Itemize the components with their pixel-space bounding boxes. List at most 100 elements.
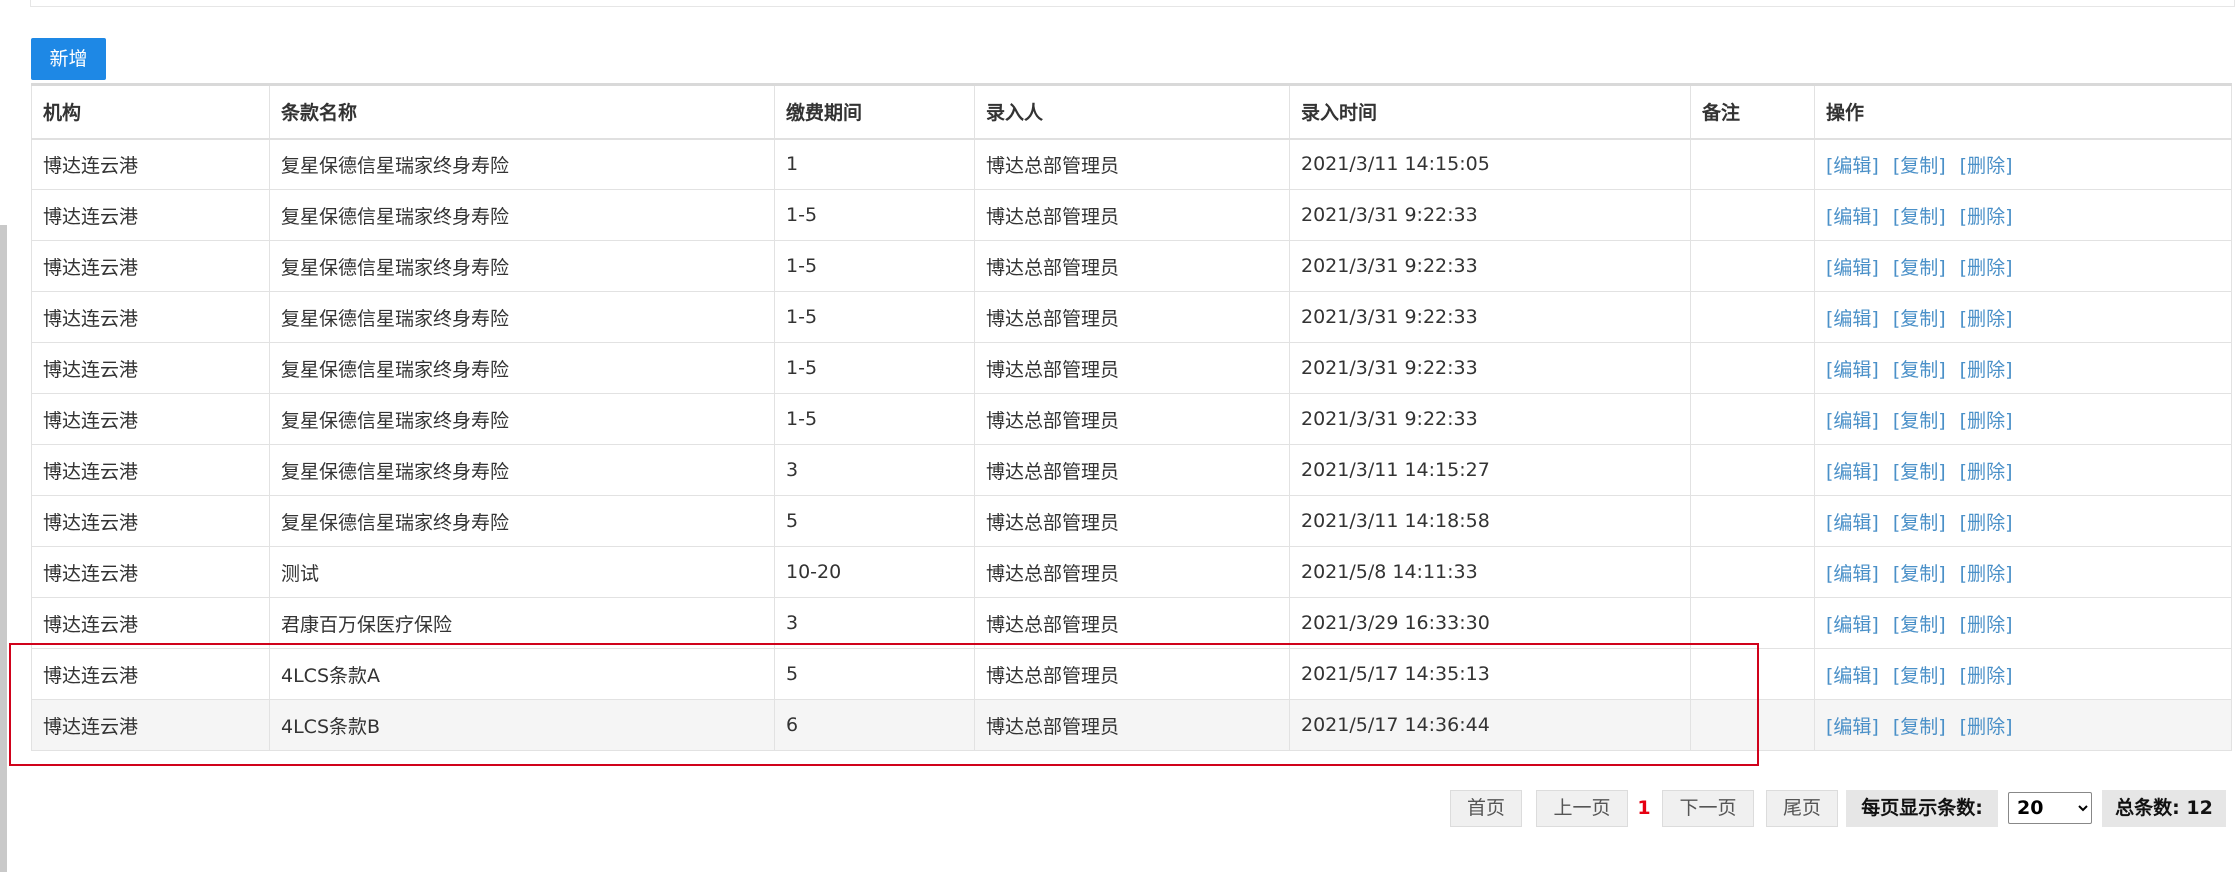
cell-payment-period: 5	[774, 648, 975, 700]
copy-link[interactable]: [复制]	[1893, 155, 1946, 177]
cell-entry-time: 2021/3/31 9:22:33	[1289, 240, 1691, 292]
cell-actions: [编辑] [复制] [删除]	[1814, 648, 2232, 700]
current-page-number[interactable]: 1	[1630, 790, 1658, 827]
cell-entry-time: 2021/3/11 14:18:58	[1289, 495, 1691, 547]
edit-link[interactable]: [编辑]	[1826, 257, 1879, 279]
delete-link[interactable]: [删除]	[1960, 563, 2013, 585]
page-size-select[interactable]: 20	[2008, 792, 2092, 824]
cell-clause-name: 复星保德信星瑞家终身寿险	[269, 138, 775, 190]
next-page-button[interactable]: 下一页	[1662, 790, 1754, 827]
copy-link[interactable]: [复制]	[1893, 461, 1946, 483]
column-header-clause-name: 条款名称	[269, 84, 775, 140]
copy-link[interactable]: [复制]	[1893, 563, 1946, 585]
cell-payment-period: 1-5	[774, 291, 975, 343]
delete-link[interactable]: [删除]	[1960, 461, 2013, 483]
edit-link[interactable]: [编辑]	[1826, 563, 1879, 585]
cell-org: 博达连云港	[31, 189, 270, 241]
copy-link[interactable]: [复制]	[1893, 614, 1946, 636]
copy-link[interactable]: [复制]	[1893, 257, 1946, 279]
delete-link[interactable]: [删除]	[1960, 257, 2013, 279]
cell-entry-by: 博达总部管理员	[974, 546, 1290, 598]
edit-link[interactable]: [编辑]	[1826, 308, 1879, 330]
edit-link[interactable]: [编辑]	[1826, 359, 1879, 381]
cell-actions: [编辑] [复制] [删除]	[1814, 546, 2232, 598]
delete-link[interactable]: [删除]	[1960, 614, 2013, 636]
cell-org: 博达连云港	[31, 546, 270, 598]
table-row: 博达连云港 复星保德信星瑞家终身寿险 1-5 博达总部管理员 2021/3/31 9:2…	[31, 240, 2232, 292]
cell-entry-by: 博达总部管理员	[974, 342, 1290, 394]
cell-clause-name: 复星保德信星瑞家终身寿险	[269, 393, 775, 445]
cell-clause-name: 君康百万保医疗保险	[269, 597, 775, 649]
cell-entry-by: 博达总部管理员	[974, 699, 1290, 751]
cell-clause-name: 复星保德信星瑞家终身寿险	[269, 444, 775, 496]
cell-clause-name: 复星保德信星瑞家终身寿险	[269, 240, 775, 292]
cell-actions: [编辑] [复制] [删除]	[1814, 495, 2232, 547]
cell-actions: [编辑] [复制] [删除]	[1814, 240, 2232, 292]
copy-link[interactable]: [复制]	[1893, 512, 1946, 534]
cell-clause-name: 4LCS条款A	[269, 648, 775, 700]
table-body: 博达连云港 复星保德信星瑞家终身寿险 1 博达总部管理员 2021/3/11 14:15…	[31, 138, 2232, 751]
edit-link[interactable]: [编辑]	[1826, 461, 1879, 483]
cell-entry-by: 博达总部管理员	[974, 393, 1290, 445]
last-page-button[interactable]: 尾页	[1766, 790, 1838, 827]
cell-org: 博达连云港	[31, 495, 270, 547]
delete-link[interactable]: [删除]	[1960, 410, 2013, 432]
table-row: 博达连云港 4LCS条款B 6 博达总部管理员 2021/5/17 14:36:44 [编…	[31, 699, 2232, 751]
edit-link[interactable]: [编辑]	[1826, 665, 1879, 687]
cell-entry-by: 博达总部管理员	[974, 138, 1290, 190]
edit-link[interactable]: [编辑]	[1826, 512, 1879, 534]
cell-entry-time: 2021/3/29 16:33:30	[1289, 597, 1691, 649]
cell-actions: [编辑] [复制] [删除]	[1814, 444, 2232, 496]
cell-payment-period: 1-5	[774, 240, 975, 292]
table-header-row: 机构 条款名称 缴费期间 录入人 录入时间 备注 操作	[31, 84, 2232, 140]
edit-link[interactable]: [编辑]	[1826, 614, 1879, 636]
table-row: 博达连云港 复星保德信星瑞家终身寿险 1-5 博达总部管理员 2021/3/31 9:2…	[31, 189, 2232, 241]
edit-link[interactable]: [编辑]	[1826, 206, 1879, 228]
cell-entry-time: 2021/3/11 14:15:05	[1289, 138, 1691, 190]
cell-entry-time: 2021/3/31 9:22:33	[1289, 291, 1691, 343]
table-row: 博达连云港 复星保德信星瑞家终身寿险 1-5 博达总部管理员 2021/3/31 9:2…	[31, 291, 2232, 343]
cell-entry-by: 博达总部管理员	[974, 648, 1290, 700]
cell-actions: [编辑] [复制] [删除]	[1814, 189, 2232, 241]
delete-link[interactable]: [删除]	[1960, 665, 2013, 687]
prev-page-button[interactable]: 上一页	[1536, 790, 1628, 827]
table-row: 博达连云港 君康百万保医疗保险 3 博达总部管理员 2021/3/29 16:33:30…	[31, 597, 2232, 649]
delete-link[interactable]: [删除]	[1960, 512, 2013, 534]
copy-link[interactable]: [复制]	[1893, 665, 1946, 687]
cell-clause-name: 4LCS条款B	[269, 699, 775, 751]
delete-link[interactable]: [删除]	[1960, 308, 2013, 330]
table-row: 博达连云港 复星保德信星瑞家终身寿险 1-5 博达总部管理员 2021/3/31 9:2…	[31, 393, 2232, 445]
cell-org: 博达连云港	[31, 648, 270, 700]
cell-payment-period: 1	[774, 138, 975, 190]
cell-payment-period: 10-20	[774, 546, 975, 598]
cell-remark	[1690, 648, 1815, 700]
column-header-remark: 备注	[1690, 84, 1815, 140]
edit-link[interactable]: [编辑]	[1826, 155, 1879, 177]
cell-entry-time: 2021/3/11 14:15:27	[1289, 444, 1691, 496]
table-row: 博达连云港 测试 10-20 博达总部管理员 2021/5/8 14:11:33 [编辑]…	[31, 546, 2232, 598]
clause-table: 机构 条款名称 缴费期间 录入人 录入时间 备注 操作 博达连云港 复星保德信星瑞…	[31, 83, 2232, 751]
cell-org: 博达连云港	[31, 444, 270, 496]
first-page-button[interactable]: 首页	[1450, 790, 1522, 827]
cell-remark	[1690, 444, 1815, 496]
cell-payment-period: 3	[774, 597, 975, 649]
copy-link[interactable]: [复制]	[1893, 716, 1946, 738]
cell-remark	[1690, 138, 1815, 190]
copy-link[interactable]: [复制]	[1893, 308, 1946, 330]
cell-entry-by: 博达总部管理员	[974, 189, 1290, 241]
edit-link[interactable]: [编辑]	[1826, 716, 1879, 738]
delete-link[interactable]: [删除]	[1960, 155, 2013, 177]
cell-actions: [编辑] [复制] [删除]	[1814, 342, 2232, 394]
add-button[interactable]: 新增	[31, 38, 106, 80]
cell-payment-period: 1-5	[774, 342, 975, 394]
delete-link[interactable]: [删除]	[1960, 359, 2013, 381]
delete-link[interactable]: [删除]	[1960, 716, 2013, 738]
edit-link[interactable]: [编辑]	[1826, 410, 1879, 432]
cell-entry-time: 2021/3/31 9:22:33	[1289, 393, 1691, 445]
total-count-label: 总条数: 12	[2102, 790, 2226, 827]
copy-link[interactable]: [复制]	[1893, 410, 1946, 432]
copy-link[interactable]: [复制]	[1893, 359, 1946, 381]
copy-link[interactable]: [复制]	[1893, 206, 1946, 228]
column-header-actions: 操作	[1814, 84, 2232, 140]
delete-link[interactable]: [删除]	[1960, 206, 2013, 228]
